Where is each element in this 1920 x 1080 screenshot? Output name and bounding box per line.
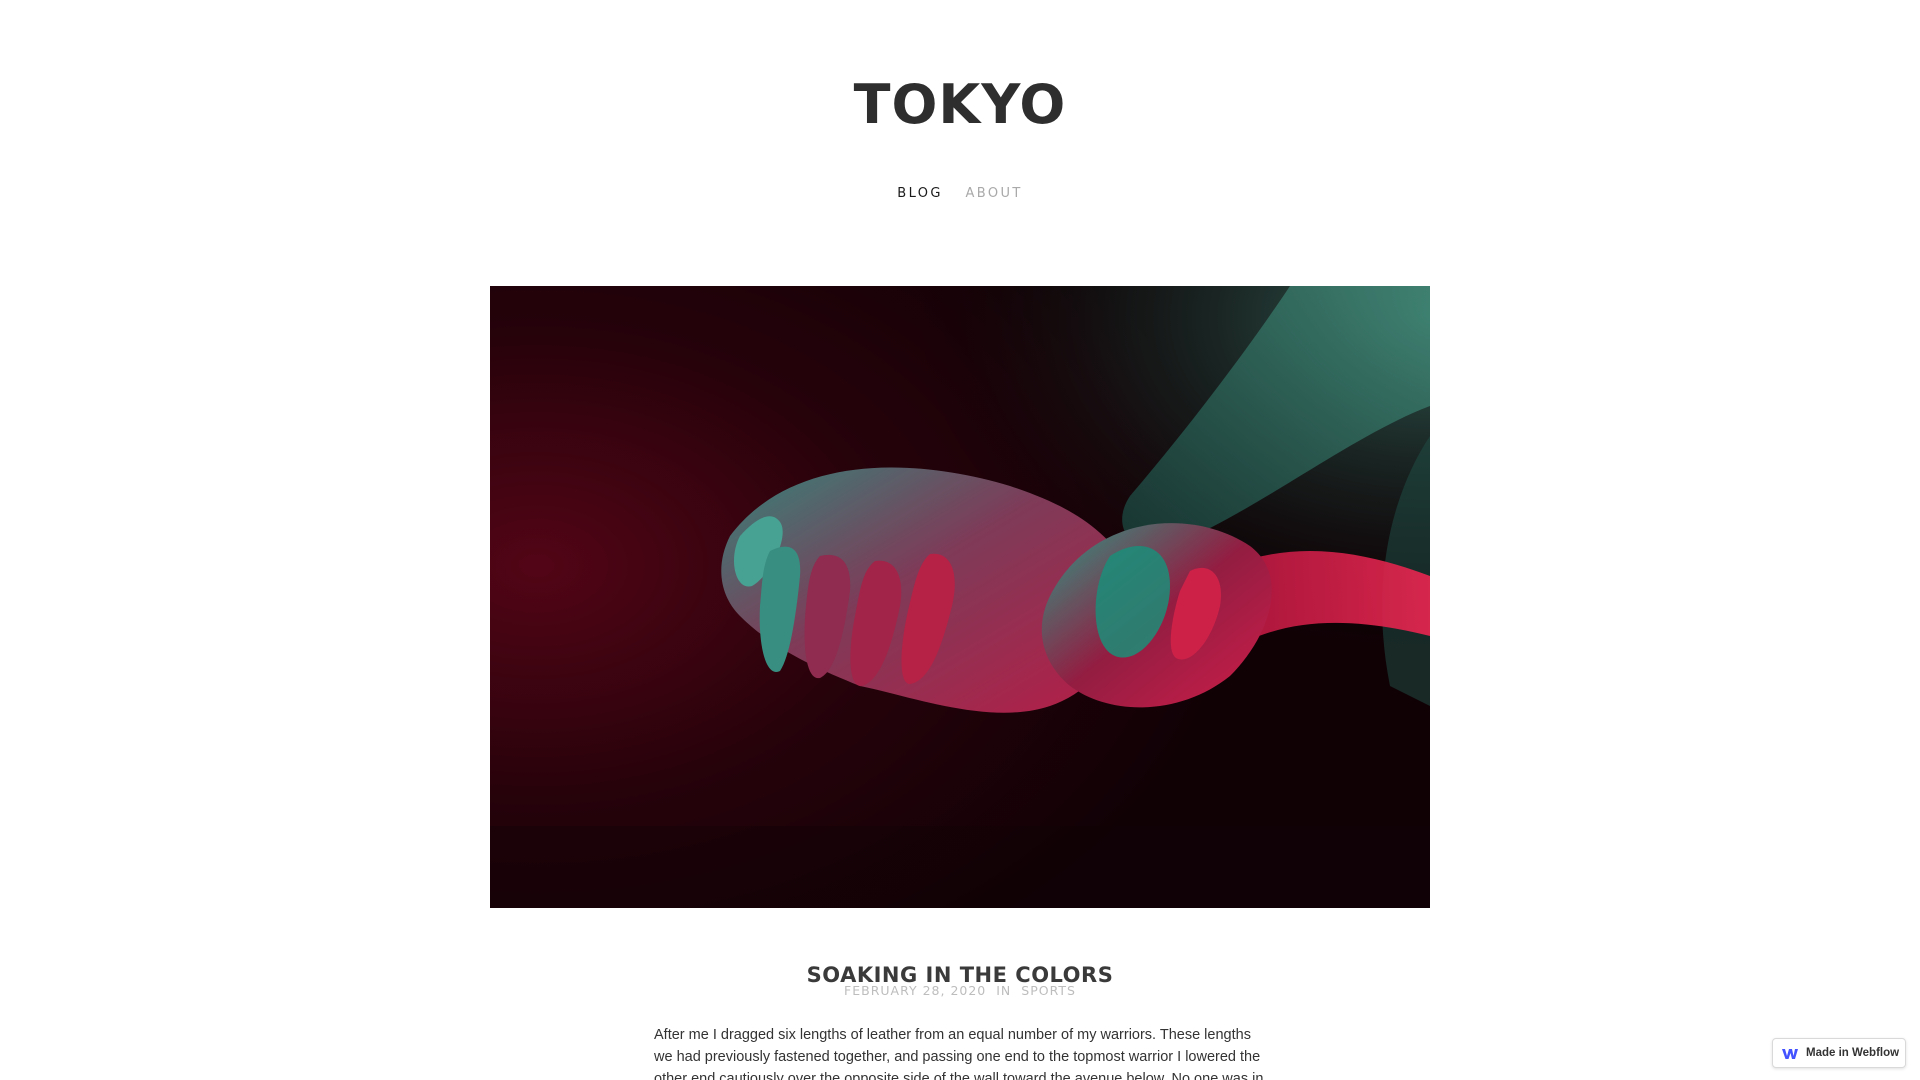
post-body: After me I dragged six lengths of leathe… — [654, 1024, 1266, 1080]
post-category-link[interactable]: SPORTS — [1021, 983, 1076, 998]
post-paragraph: After me I dragged six lengths of leathe… — [654, 1027, 1264, 1080]
hands-neon-photo — [490, 286, 1430, 908]
main-nav: BLOG ABOUT — [0, 184, 1920, 204]
post-meta: FEBRUARY 28, 2020 IN SPORTS — [0, 982, 1920, 1000]
webflow-logo-icon — [1782, 1047, 1798, 1059]
post-hero-image[interactable] — [490, 286, 1430, 908]
post-date: FEBRUARY 28, 2020 — [844, 983, 987, 998]
made-in-webflow-badge[interactable]: Made in Webflow — [1772, 1038, 1906, 1068]
nav-item-blog[interactable]: BLOG — [897, 184, 943, 204]
badge-label: Made in Webflow — [1806, 1047, 1900, 1059]
post-category-prefix: IN — [996, 983, 1012, 998]
nav-item-about[interactable]: ABOUT — [965, 184, 1022, 204]
brand-logo-link[interactable]: TOKYO — [0, 70, 1920, 140]
